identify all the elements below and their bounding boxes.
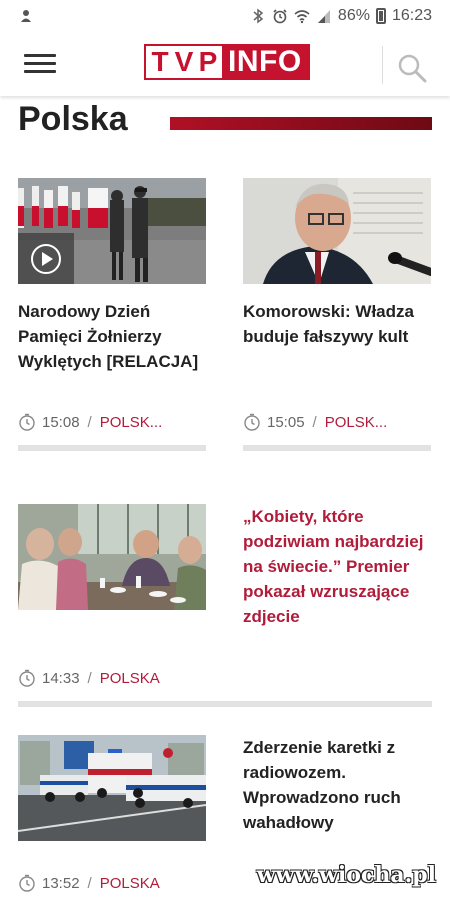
article-meta: 15:08 / POLSK...	[18, 413, 162, 431]
article-category[interactable]: POLSKA	[100, 670, 160, 687]
hamburger-icon	[24, 54, 56, 57]
search-icon[interactable]	[396, 52, 428, 84]
battery-percent: 86%	[337, 7, 370, 24]
article-headline[interactable]: „Kobiety, które podziwiam najbardziej na…	[243, 504, 431, 629]
article-headline[interactable]: Narodowy Dzień Pamięci Żołnierzy Wyklęty…	[18, 299, 208, 374]
clock-icon	[19, 874, 35, 892]
section-title-bar	[170, 117, 432, 130]
article-divider	[18, 445, 206, 451]
article-time: 14:33	[42, 669, 80, 687]
tvp-info-logo[interactable]: T V P INFO	[144, 44, 310, 80]
meta-separator: /	[87, 669, 92, 687]
article-time: 13:52	[42, 874, 80, 892]
bluetooth-icon	[253, 8, 264, 24]
wifi-icon	[294, 10, 310, 24]
article-meta: 15:05 / POLSK...	[243, 413, 387, 431]
header-divider	[382, 46, 383, 84]
logo-tvp: T V P	[146, 46, 222, 78]
article-card[interactable]: „Kobiety, które podziwiam najbardziej na…	[18, 504, 432, 714]
article-thumbnail[interactable]	[18, 735, 206, 841]
article-divider	[243, 445, 431, 451]
watermark: www.wiocha.pl	[256, 862, 436, 888]
logo-letter: T	[151, 46, 169, 77]
speaker-portrait-image	[243, 178, 431, 284]
women-at-table-image	[18, 504, 206, 610]
article-category[interactable]: POLSK...	[100, 414, 163, 431]
article-thumbnail[interactable]	[18, 504, 206, 610]
clock-icon	[244, 413, 260, 431]
article-category[interactable]: POLSKA	[100, 875, 160, 892]
status-bar: 86% 16:23	[0, 0, 450, 32]
app-header: T V P INFO	[0, 32, 450, 96]
notification-icon	[21, 10, 31, 22]
section-title: Polska	[18, 100, 128, 138]
article-thumbnail[interactable]	[18, 178, 206, 284]
article-time: 15:08	[42, 413, 80, 431]
article-divider	[18, 701, 432, 707]
clock-icon	[19, 413, 35, 431]
play-icon	[31, 243, 61, 274]
meta-separator: /	[87, 413, 92, 431]
logo-letter: P	[198, 46, 218, 77]
article-meta: 13:52 / POLSKA	[18, 874, 160, 892]
hamburger-menu-button[interactable]	[24, 54, 56, 74]
article-meta: 14:33 / POLSKA	[18, 669, 160, 687]
article-category[interactable]: POLSK...	[325, 414, 388, 431]
article-time: 15:05	[267, 413, 305, 431]
meta-separator: /	[312, 413, 317, 431]
article-thumbnail[interactable]	[243, 178, 431, 284]
article-card[interactable]: Komorowski: Władza buduje fałszywy kult …	[243, 178, 433, 453]
alarm-icon	[273, 9, 287, 24]
logo-info: INFO	[222, 45, 308, 78]
signal-icon	[317, 10, 330, 23]
clock-icon	[19, 669, 35, 687]
logo-letter: V	[174, 46, 194, 77]
ambulance-collision-image	[18, 735, 206, 841]
meta-separator: /	[87, 874, 92, 892]
battery-icon	[375, 8, 386, 24]
clock-time: 16:23	[391, 7, 432, 24]
article-headline[interactable]: Komorowski: Władza buduje fałszywy kult	[243, 299, 433, 349]
article-card[interactable]: Narodowy Dzień Pamięci Żołnierzy Wyklęty…	[18, 178, 208, 453]
video-play-button[interactable]	[18, 233, 74, 284]
article-headline[interactable]: Zderzenie karetki z radiowozem. Wprowadz…	[243, 735, 431, 835]
